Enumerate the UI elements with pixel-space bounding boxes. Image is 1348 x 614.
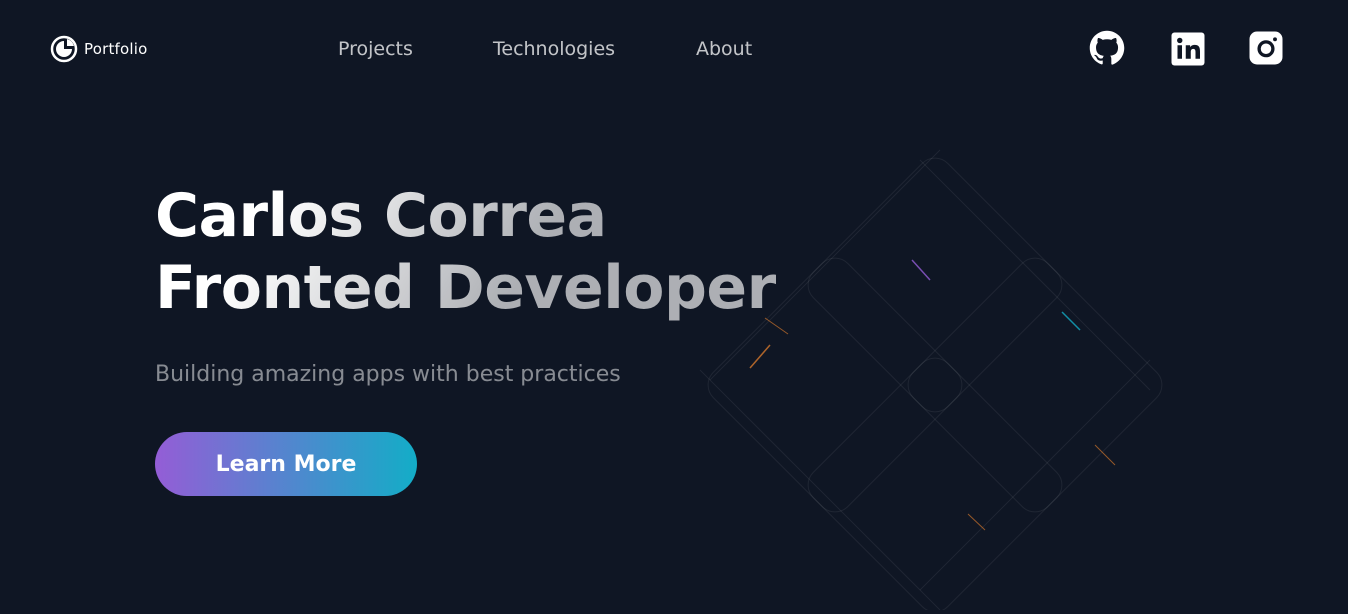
logo-link[interactable]: Portfolio [50, 35, 148, 63]
github-icon [1089, 30, 1125, 65]
hero-title: Carlos Correa Fronted Developer [155, 180, 776, 324]
linkedin-link[interactable] [1170, 31, 1206, 67]
logo-text: Portfolio [84, 40, 148, 58]
hero-title-line-1: Carlos Correa [155, 181, 607, 251]
social-links [1089, 30, 1289, 70]
github-link[interactable] [1089, 30, 1125, 66]
site-header: Portfolio Projects Technologies About [0, 0, 1348, 100]
hero-section: Carlos Correa Fronted Developer Building… [155, 180, 776, 496]
hero-subtitle: Building amazing apps with best practice… [155, 362, 621, 387]
instagram-link[interactable] [1248, 30, 1284, 66]
logo-icon [50, 35, 78, 63]
nav-technologies[interactable]: Technologies [493, 38, 615, 60]
nav-projects[interactable]: Projects [338, 38, 413, 60]
hero-title-line-2: Fronted Developer [155, 253, 776, 323]
linkedin-icon [1171, 32, 1205, 66]
nav-about[interactable]: About [696, 38, 752, 60]
learn-more-button[interactable]: Learn More [155, 432, 417, 496]
instagram-icon [1249, 31, 1283, 65]
